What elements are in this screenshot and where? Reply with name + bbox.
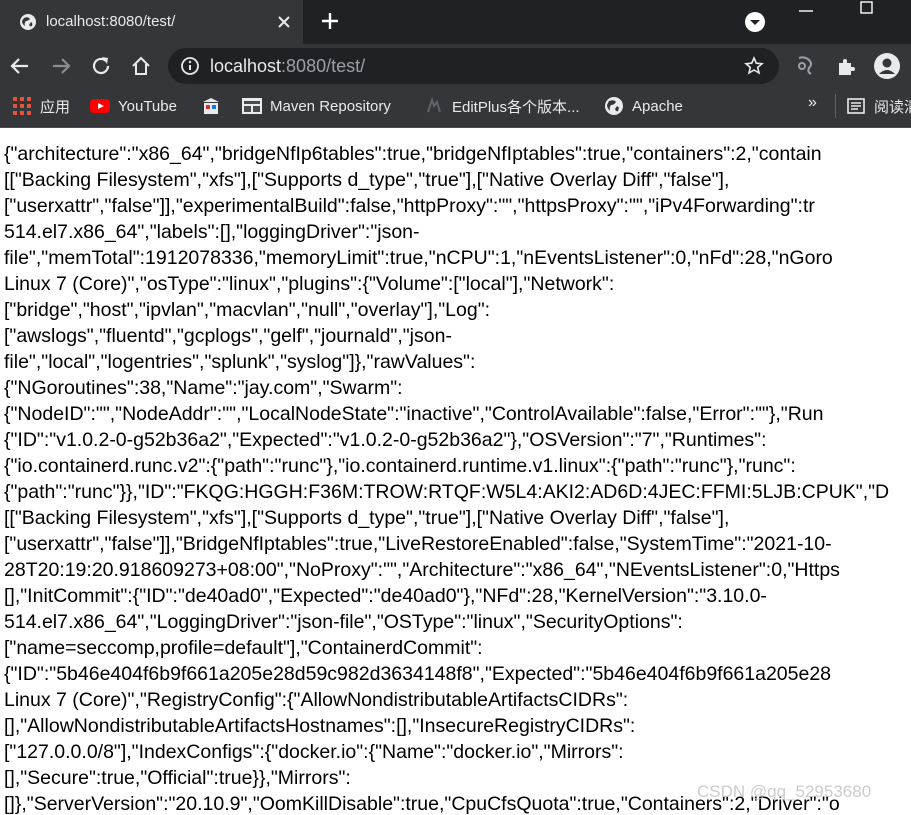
bookmark-label: 应用: [40, 98, 71, 116]
json-text-line: Linux 7 (Core)","osType":"linux","plugin…: [4, 273, 615, 295]
bookmarks-divider: [835, 94, 836, 118]
json-text-line: ["awslogs","fluentd","gcplogs","gelf","j…: [4, 325, 452, 347]
browser-tab[interactable]: localhost:8080/test/: [0, 0, 303, 44]
home-icon[interactable]: [129, 54, 153, 78]
json-text-line: ["userxattr","false"]],"BridgeNfIptables…: [4, 533, 832, 555]
reading-list-icon: [847, 98, 865, 114]
bookmark-apps[interactable]: 应用: [12, 88, 70, 124]
json-text-line: 28T20:19:20.918609273+08:00","NoProxy":"…: [4, 559, 840, 581]
json-text-line: {"architecture":"x86_64","bridgeNfIp6tab…: [4, 143, 822, 165]
json-text-line: file","memTotal":1912078336,"memoryLimit…: [4, 247, 833, 269]
json-text-line: {"io.containerd.runc.v2":{"path":"runc"}…: [4, 455, 796, 477]
json-text-line: {"path":"runc"}},"ID":"FKQG:HGGH:F36M:TR…: [4, 481, 890, 503]
bookmark-shop-icon: [203, 98, 219, 114]
json-text-line: ["name=seccomp,profile=default"],"Contai…: [4, 637, 483, 659]
new-tab-plus-icon[interactable]: [319, 10, 341, 32]
json-text-line: ["bridge","host","ipvlan","macvlan","nul…: [4, 299, 491, 321]
json-response-text: {"architecture":"x86_64","bridgeNfIp6tab…: [4, 141, 889, 815]
bookmark-editplus[interactable]: EditPlus各个版本...: [424, 88, 580, 124]
browser-toolbar: localhost:8080/test/: [0, 44, 911, 88]
json-text-line: [["Backing Filesystem","xfs"],["Supports…: [4, 507, 730, 529]
json-text-line: ["127.0.0.0/8"],"IndexConfigs":{"docker.…: [4, 741, 624, 763]
close-icon[interactable]: [275, 13, 293, 31]
json-text-line: [["Backing Filesystem","xfs"],["Supports…: [4, 169, 730, 191]
minimize-window-icon[interactable]: [795, 5, 817, 27]
json-text-line: 514.el7.x86_64","LoggingDriver":"json-fi…: [4, 611, 683, 633]
bookmark-label: Maven Repository: [270, 97, 391, 115]
json-text-line: {"NodeID":"","NodeAddr":"","LocalNodeSta…: [4, 403, 824, 425]
apps-grid-icon: [13, 97, 31, 115]
json-text-line: [],"AllowNondistributableArtifactsHostna…: [4, 715, 636, 737]
tab-strip: localhost:8080/test/: [0, 0, 911, 44]
json-text-line: [],"InitCommit":{"ID":"de40ad0","Expecte…: [4, 585, 767, 607]
url-text[interactable]: localhost:8080/test/: [210, 48, 365, 84]
reading-list-label: 阅读清: [874, 98, 911, 116]
extension-icon[interactable]: [793, 54, 817, 78]
reload-icon[interactable]: [89, 54, 113, 78]
globe-icon: [20, 14, 36, 30]
url-host: localhost: [210, 56, 282, 76]
tab-title: localhost:8080/test/: [46, 13, 176, 30]
editplus-icon: [427, 96, 441, 113]
tab-search-icon[interactable]: [744, 11, 766, 33]
bookmark-youtube[interactable]: YouTube: [90, 88, 177, 124]
bookmark-apache[interactable]: Apache: [604, 88, 683, 124]
json-text-line: Linux 7 (Core)","RegistryConfig":{"Allow…: [4, 689, 629, 711]
profile-avatar-icon[interactable]: [873, 52, 901, 80]
bookmark-star-icon[interactable]: [744, 56, 764, 76]
bookmarks-bar: 应用 YouTube Maven Repository EditPlus各个版本…: [0, 88, 911, 128]
json-text-line: ["userxattr","false"]],"experimentalBuil…: [4, 195, 815, 217]
bookmark-maven-repository[interactable]: Maven Repository: [242, 88, 391, 124]
back-arrow-icon[interactable]: [8, 54, 32, 78]
bookmark-label: EditPlus各个版本...: [452, 98, 580, 116]
json-text-line: 514.el7.x86_64","labels":[],"loggingDriv…: [4, 221, 420, 243]
address-bar[interactable]: localhost:8080/test/: [168, 48, 779, 84]
forward-arrow-icon[interactable]: [49, 54, 73, 78]
youtube-icon: [90, 99, 110, 113]
url-path: :8080/test/: [281, 56, 366, 76]
bookmark-label: YouTube: [118, 97, 177, 115]
bookmark-shop[interactable]: [201, 88, 221, 124]
site-info-icon[interactable]: [180, 56, 200, 76]
json-text-line: {"NGoroutines":38,"Name":"jay.com","Swar…: [4, 377, 403, 399]
json-text-line: {"ID":"5b46e404f6b9f661a205e28d59c982d36…: [4, 663, 832, 685]
maven-icon: [242, 98, 262, 114]
page-content: {"architecture":"x86_64","bridgeNfIp6tab…: [0, 129, 911, 815]
json-text-line: file","local","logentries","splunk","sys…: [4, 351, 476, 373]
bookmark-label: Apache: [632, 97, 683, 115]
bookmarks-overflow-button[interactable]: »: [808, 94, 817, 112]
reading-list-button[interactable]: 阅读清: [846, 88, 911, 124]
csdn-watermark: CSDN @qq_52953680: [697, 782, 872, 801]
puzzle-extensions-icon[interactable]: [834, 54, 858, 78]
json-text-line: {"ID":"v1.0.2-0-g52b36a2","Expected":"v1…: [4, 429, 767, 451]
globe-icon: [605, 97, 623, 115]
maximize-window-icon[interactable]: [855, 0, 877, 22]
